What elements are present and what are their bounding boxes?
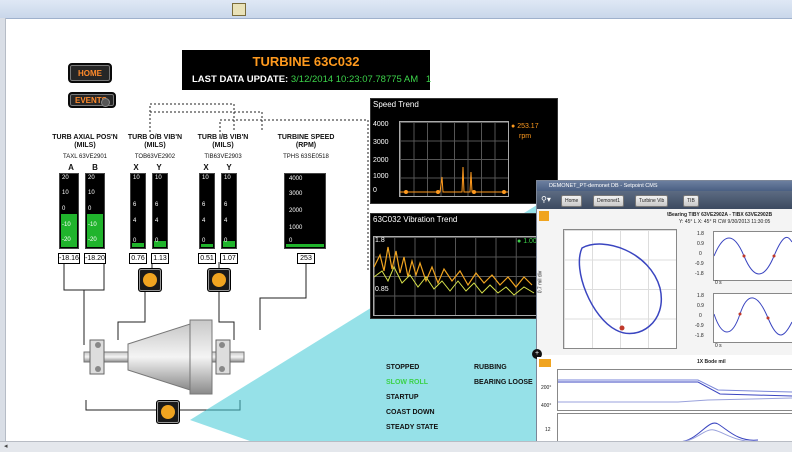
state-steady-state: STEADY STATE: [386, 424, 439, 431]
bode-amplitude-plot: [557, 413, 792, 444]
ob-value-x: 0.76: [129, 253, 147, 264]
turbine-drawing: [83, 319, 245, 395]
speed-bar: 4000 3000 2000 1000 0: [284, 173, 326, 249]
ib-bar-y: 10 6 4 0: [221, 173, 237, 249]
state-rubbing: RUBBING: [474, 364, 507, 371]
ob-ch-y: Y: [156, 163, 162, 172]
axial-value-b: -18.20: [84, 253, 106, 264]
bode-panel: 1X Bode mil 200° 400° 12: [537, 357, 792, 444]
ib-ch-y: Y: [226, 163, 232, 172]
crumb-demonet[interactable]: Demonet1: [593, 195, 625, 207]
crumb-tib[interactable]: TIB: [683, 195, 699, 207]
orbit-panel: \Bearing TIBY 63VE2902A - TIBX 63VE2902B…: [537, 209, 792, 355]
x-waveform-plot: [713, 293, 792, 343]
cms-title-bar: DEMONET_PT-demonet DB - Setpoint CMS: [537, 181, 792, 191]
speed-value: 253: [297, 253, 315, 264]
ib-vib-title: TURB I/B VIB'N (MILS): [197, 134, 249, 149]
bode-phase-plot: [557, 369, 792, 411]
ib-value-x: 0.51: [198, 253, 216, 264]
ib-vib-tag: TIB63VE2903: [204, 154, 242, 160]
ob-value-y: 1.13: [151, 253, 169, 264]
state-startup: STARTUP: [386, 394, 419, 401]
cms-menu-icon[interactable]: ⚲▾: [541, 195, 551, 204]
bode-panel-icon[interactable]: [539, 359, 551, 367]
axial-value-a: -18.16: [58, 253, 80, 264]
ob-bar-x: 10 6 4 0: [130, 173, 146, 249]
ob-vib-tag: TOB63VE2902: [134, 154, 176, 160]
vibration-trend-title: 63C032 Vibration Trend: [373, 215, 458, 224]
cms-breadcrumb: ⚲▾ Home Demonet1 Turbine Vib TIB: [537, 191, 792, 209]
ob-probe-fan-icon[interactable]: [138, 268, 162, 292]
orbit-plot: [563, 229, 677, 349]
ob-vib-title: TURB O/B VIB'N (MILS): [127, 134, 183, 149]
cms-window[interactable]: DEMONET_PT-demonet DB - Setpoint CMS ⚲▾ …: [532, 180, 792, 444]
crumb-home[interactable]: Home: [561, 195, 583, 207]
orbit-subtitle: Y: 45° L X: 45° R CW 9/30/2013 11:30:05: [679, 219, 771, 225]
state-stopped: STOPPED: [386, 364, 420, 371]
ib-bar-x: 10 6 4 0: [199, 173, 215, 249]
speed-tag: TPHS 63SE0518: [283, 154, 329, 160]
scroll-left-icon[interactable]: ◂: [4, 442, 8, 450]
axial-probe-fan-icon[interactable]: [156, 400, 180, 424]
axial-bar-b: 20 10 0 -10 -20: [85, 173, 105, 249]
vibration-trend-plot: [373, 236, 537, 316]
crumb-turbine-vib[interactable]: Turbine Vib: [635, 195, 669, 207]
state-bearing-loose: BEARING LOOSE: [474, 379, 533, 386]
speed-trend-plot: [399, 121, 509, 197]
horizontal-scrollbar[interactable]: ◂: [0, 441, 792, 452]
speed-current: ● 253.17: [511, 123, 539, 130]
ib-ch-x: X: [203, 163, 209, 172]
ob-ch-x: X: [133, 163, 139, 172]
ob-bar-y: 10 6 4 0: [152, 173, 168, 249]
axial-tag: TAXL 63VE2901: [62, 154, 108, 160]
orbit-ylabel: 0.7 mil div: [537, 270, 544, 294]
speed-trend-title: Speed Trend: [373, 100, 419, 109]
state-slow-roll: SLOW ROLL: [386, 379, 428, 386]
axial-bar-a: 20 10 0 -10 -20: [59, 173, 79, 249]
orbit-title: \Bearing TIBY 63VE2902A - TIBX 63VE2902B: [667, 212, 773, 218]
axial-ch-a: A: [68, 163, 74, 172]
speed-title: TURBINE SPEED (RPM): [277, 134, 335, 149]
y-waveform-plot: [713, 231, 792, 281]
ib-probe-fan-icon[interactable]: [207, 268, 231, 292]
orbit-panel-icon[interactable]: [539, 211, 549, 221]
vibration-trend-panel[interactable]: 63C032 Vibration Trend 1.8 0.85 ● 1.00: [370, 213, 540, 319]
axial-title: TURB AXIAL POS'N (MILS): [52, 134, 118, 149]
ib-value-y: 1.07: [220, 253, 238, 264]
speed-trend-panel[interactable]: Speed Trend 4000 3000 2000 1000 0 ● 253.…: [370, 98, 558, 204]
vibration-current: ● 1.00: [517, 238, 537, 245]
state-coast-down: COAST DOWN: [386, 409, 435, 416]
bode-title: 1X Bode mil: [697, 359, 726, 365]
speed-unit: rpm: [519, 133, 532, 140]
axial-ch-b: B: [92, 163, 98, 172]
